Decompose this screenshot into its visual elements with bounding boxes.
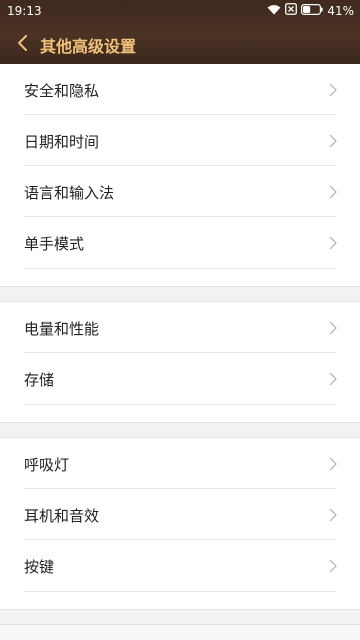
chevron-right-icon [329, 457, 337, 471]
chevron-right-icon [329, 236, 337, 250]
settings-item-notification-light[interactable]: 呼吸灯 [0, 438, 360, 489]
settings-group-3: 呼吸灯 耳机和音效 按键 [0, 438, 360, 609]
settings-item-label: 呼吸灯 [24, 456, 70, 474]
group-spacer [0, 422, 360, 438]
group-footer [0, 268, 360, 286]
wifi-icon [267, 4, 281, 18]
settings-item-headphones-audio[interactable]: 耳机和音效 [0, 489, 360, 540]
back-button[interactable] [12, 31, 34, 55]
chevron-right-icon [329, 372, 337, 386]
settings-item-storage[interactable]: 存储 [0, 353, 360, 404]
settings-item-label: 电量和性能 [24, 320, 100, 338]
settings-item-date-time[interactable]: 日期和时间 [0, 115, 360, 166]
chevron-left-icon [18, 35, 27, 51]
group-footer [0, 591, 360, 609]
battery-icon [301, 3, 323, 18]
no-sim-icon [285, 3, 298, 18]
settings-list: 安全和隐私 日期和时间 语言和输入法 单手模式 电量和性能 存储 呼吸灯 耳机和… [0, 64, 360, 625]
settings-item-label: 安全和隐私 [24, 82, 100, 100]
battery-percent: 41% [327, 3, 354, 18]
settings-item-label: 单手模式 [24, 235, 85, 253]
chevron-right-icon [329, 83, 337, 97]
divider [24, 404, 336, 405]
settings-item-one-handed-mode[interactable]: 单手模式 [0, 217, 360, 268]
settings-item-battery-performance[interactable]: 电量和性能 [0, 302, 360, 353]
divider [24, 591, 336, 592]
chevron-right-icon [329, 508, 337, 522]
settings-group-2: 电量和性能 存储 [0, 302, 360, 422]
chevron-right-icon [329, 559, 337, 573]
chevron-right-icon [329, 134, 337, 148]
status-time: 19:13 [7, 4, 42, 18]
settings-item-label: 存储 [24, 371, 55, 389]
settings-item-security-privacy[interactable]: 安全和隐私 [0, 64, 360, 115]
chevron-right-icon [329, 321, 337, 335]
settings-item-label: 按键 [24, 558, 55, 576]
page-title: 其他高级设置 [40, 37, 137, 56]
chevron-right-icon [329, 185, 337, 199]
settings-item-buttons[interactable]: 按键 [0, 540, 360, 591]
settings-item-label: 耳机和音效 [24, 507, 100, 525]
divider [24, 268, 336, 269]
status-icons: 41% [263, 3, 354, 18]
settings-item-language-input[interactable]: 语言和输入法 [0, 166, 360, 217]
settings-item-label: 日期和时间 [24, 133, 100, 151]
settings-item-label: 语言和输入法 [24, 184, 115, 202]
group-spacer [0, 609, 360, 625]
group-spacer [0, 286, 360, 302]
app-header: 19:13 41% 其他高级设置 [0, 0, 360, 64]
title-bar: 其他高级设置 [0, 22, 360, 64]
group-footer [0, 404, 360, 422]
status-bar: 19:13 41% [0, 0, 360, 22]
settings-group-1: 安全和隐私 日期和时间 语言和输入法 单手模式 [0, 64, 360, 286]
